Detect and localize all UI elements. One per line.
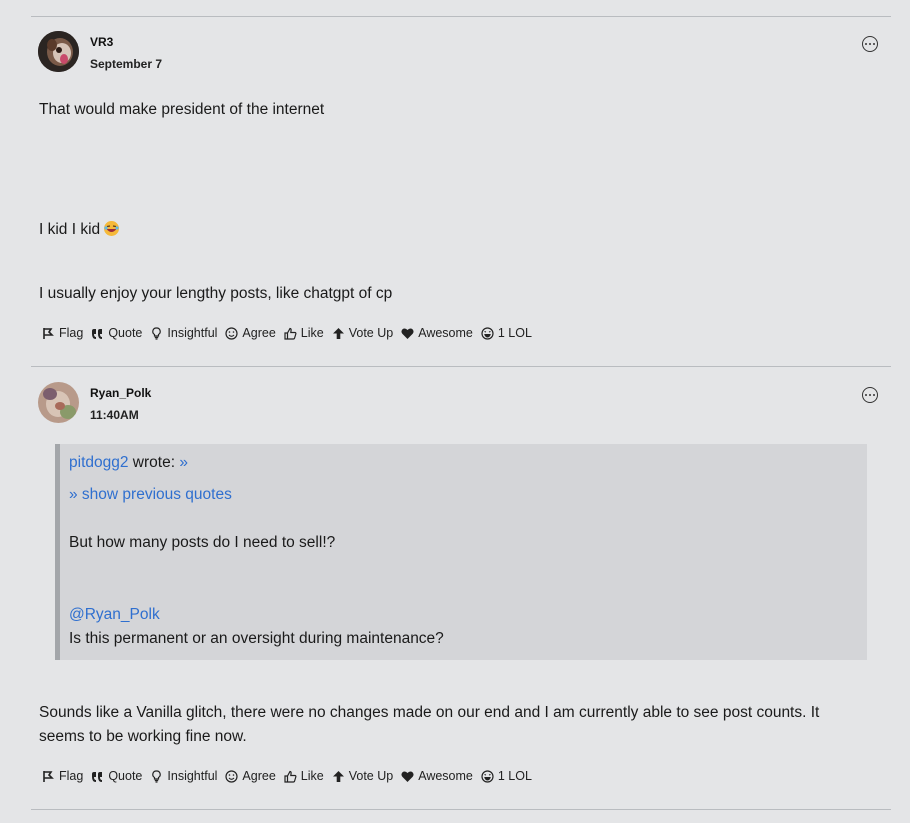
username[interactable]: VR3 — [90, 35, 113, 49]
quote-text: Is this permanent or an oversight during… — [69, 630, 444, 647]
post-divider — [31, 366, 891, 367]
action-label: Vote Up — [348, 326, 394, 340]
arrow-up-icon — [332, 770, 344, 782]
action-label: Flag — [59, 326, 84, 340]
action-label: Insightful — [167, 326, 218, 340]
post-text-line: I kid I kid — [39, 218, 120, 242]
post-date[interactable]: September 7 — [90, 57, 162, 71]
avatar[interactable] — [38, 31, 79, 72]
arrow-up-icon — [332, 327, 344, 339]
post-divider — [31, 809, 891, 810]
mention-link[interactable]: @Ryan_Polk — [69, 606, 160, 624]
lightbulb-icon — [152, 326, 162, 340]
laughing-emoji-icon — [104, 221, 120, 236]
vote-up-button[interactable]: Vote Up — [332, 769, 393, 783]
action-label: Like — [300, 326, 324, 340]
post-text-span: I kid I kid — [39, 221, 101, 238]
username[interactable]: Ryan_Polk — [90, 386, 151, 400]
action-label: Vote Up — [348, 769, 394, 783]
like-button[interactable]: Like — [284, 769, 324, 783]
flag-icon — [43, 327, 54, 339]
options-menu-icon[interactable] — [862, 36, 878, 52]
awesome-button[interactable]: Awesome — [401, 769, 473, 783]
smile-icon — [225, 769, 239, 783]
vote-up-button[interactable]: Vote Up — [332, 326, 393, 340]
lol-button[interactable]: 1 LOL — [481, 769, 532, 783]
quote-icon — [92, 328, 103, 339]
action-label: Like — [300, 769, 324, 783]
flag-icon — [43, 770, 54, 782]
action-label: Quote — [108, 326, 143, 340]
quote-icon — [92, 771, 103, 782]
laugh-icon — [481, 326, 494, 340]
action-label: 1 LOL — [497, 326, 532, 340]
laugh-icon — [481, 769, 494, 783]
reaction-bar: Flag Quote Insightful Agree Like Vote Up… — [42, 769, 540, 783]
flag-button[interactable]: Flag — [42, 769, 83, 783]
avatar[interactable] — [38, 382, 79, 423]
heart-icon — [401, 770, 414, 782]
post-text-line: Sounds like a Vanilla glitch, there were… — [39, 704, 820, 721]
insightful-button[interactable]: Insightful — [150, 769, 217, 783]
action-label: Flag — [59, 769, 84, 783]
reaction-bar: Flag Quote Insightful Agree Like Vote Up… — [42, 326, 540, 340]
post-divider — [31, 16, 891, 17]
flag-button[interactable]: Flag — [42, 326, 83, 340]
smile-icon — [225, 326, 239, 340]
thumbs-up-icon — [284, 327, 297, 340]
insightful-button[interactable]: Insightful — [150, 326, 217, 340]
thumbs-up-icon — [284, 770, 297, 783]
show-previous-quotes-link[interactable]: » show previous quotes — [69, 486, 232, 504]
action-label: Agree — [242, 769, 276, 783]
awesome-button[interactable]: Awesome — [401, 326, 473, 340]
options-menu-icon[interactable] — [862, 387, 878, 403]
quote-button[interactable]: Quote — [91, 769, 142, 783]
heart-icon — [401, 327, 414, 339]
post-text-line: I usually enjoy your lengthy posts, like… — [39, 285, 393, 302]
post-date[interactable]: 11:40AM — [90, 408, 139, 422]
agree-button[interactable]: Agree — [225, 769, 276, 783]
action-label: Agree — [242, 326, 276, 340]
like-button[interactable]: Like — [284, 326, 324, 340]
post-text-line: That would make president of the interne… — [39, 101, 325, 118]
blockquote: pitdogg2 wrote: » » show previous quotes… — [55, 444, 867, 660]
quote-text: But how many posts do I need to sell!? — [69, 534, 336, 551]
quote-header: pitdogg2 wrote: » — [69, 454, 188, 472]
lol-button[interactable]: 1 LOL — [481, 326, 532, 340]
post-text-line: seems to be working fine now. — [39, 728, 247, 745]
quote-author-link[interactable]: pitdogg2 — [69, 454, 128, 471]
action-label: Insightful — [167, 769, 218, 783]
agree-button[interactable]: Agree — [225, 326, 276, 340]
lightbulb-icon — [152, 769, 162, 783]
quote-button[interactable]: Quote — [91, 326, 142, 340]
jump-to-quote-link[interactable]: » — [179, 454, 188, 471]
action-label: Awesome — [418, 769, 473, 783]
quote-wrote-label: wrote: — [132, 454, 176, 471]
action-label: Awesome — [418, 326, 473, 340]
action-label: 1 LOL — [497, 769, 532, 783]
action-label: Quote — [108, 769, 143, 783]
